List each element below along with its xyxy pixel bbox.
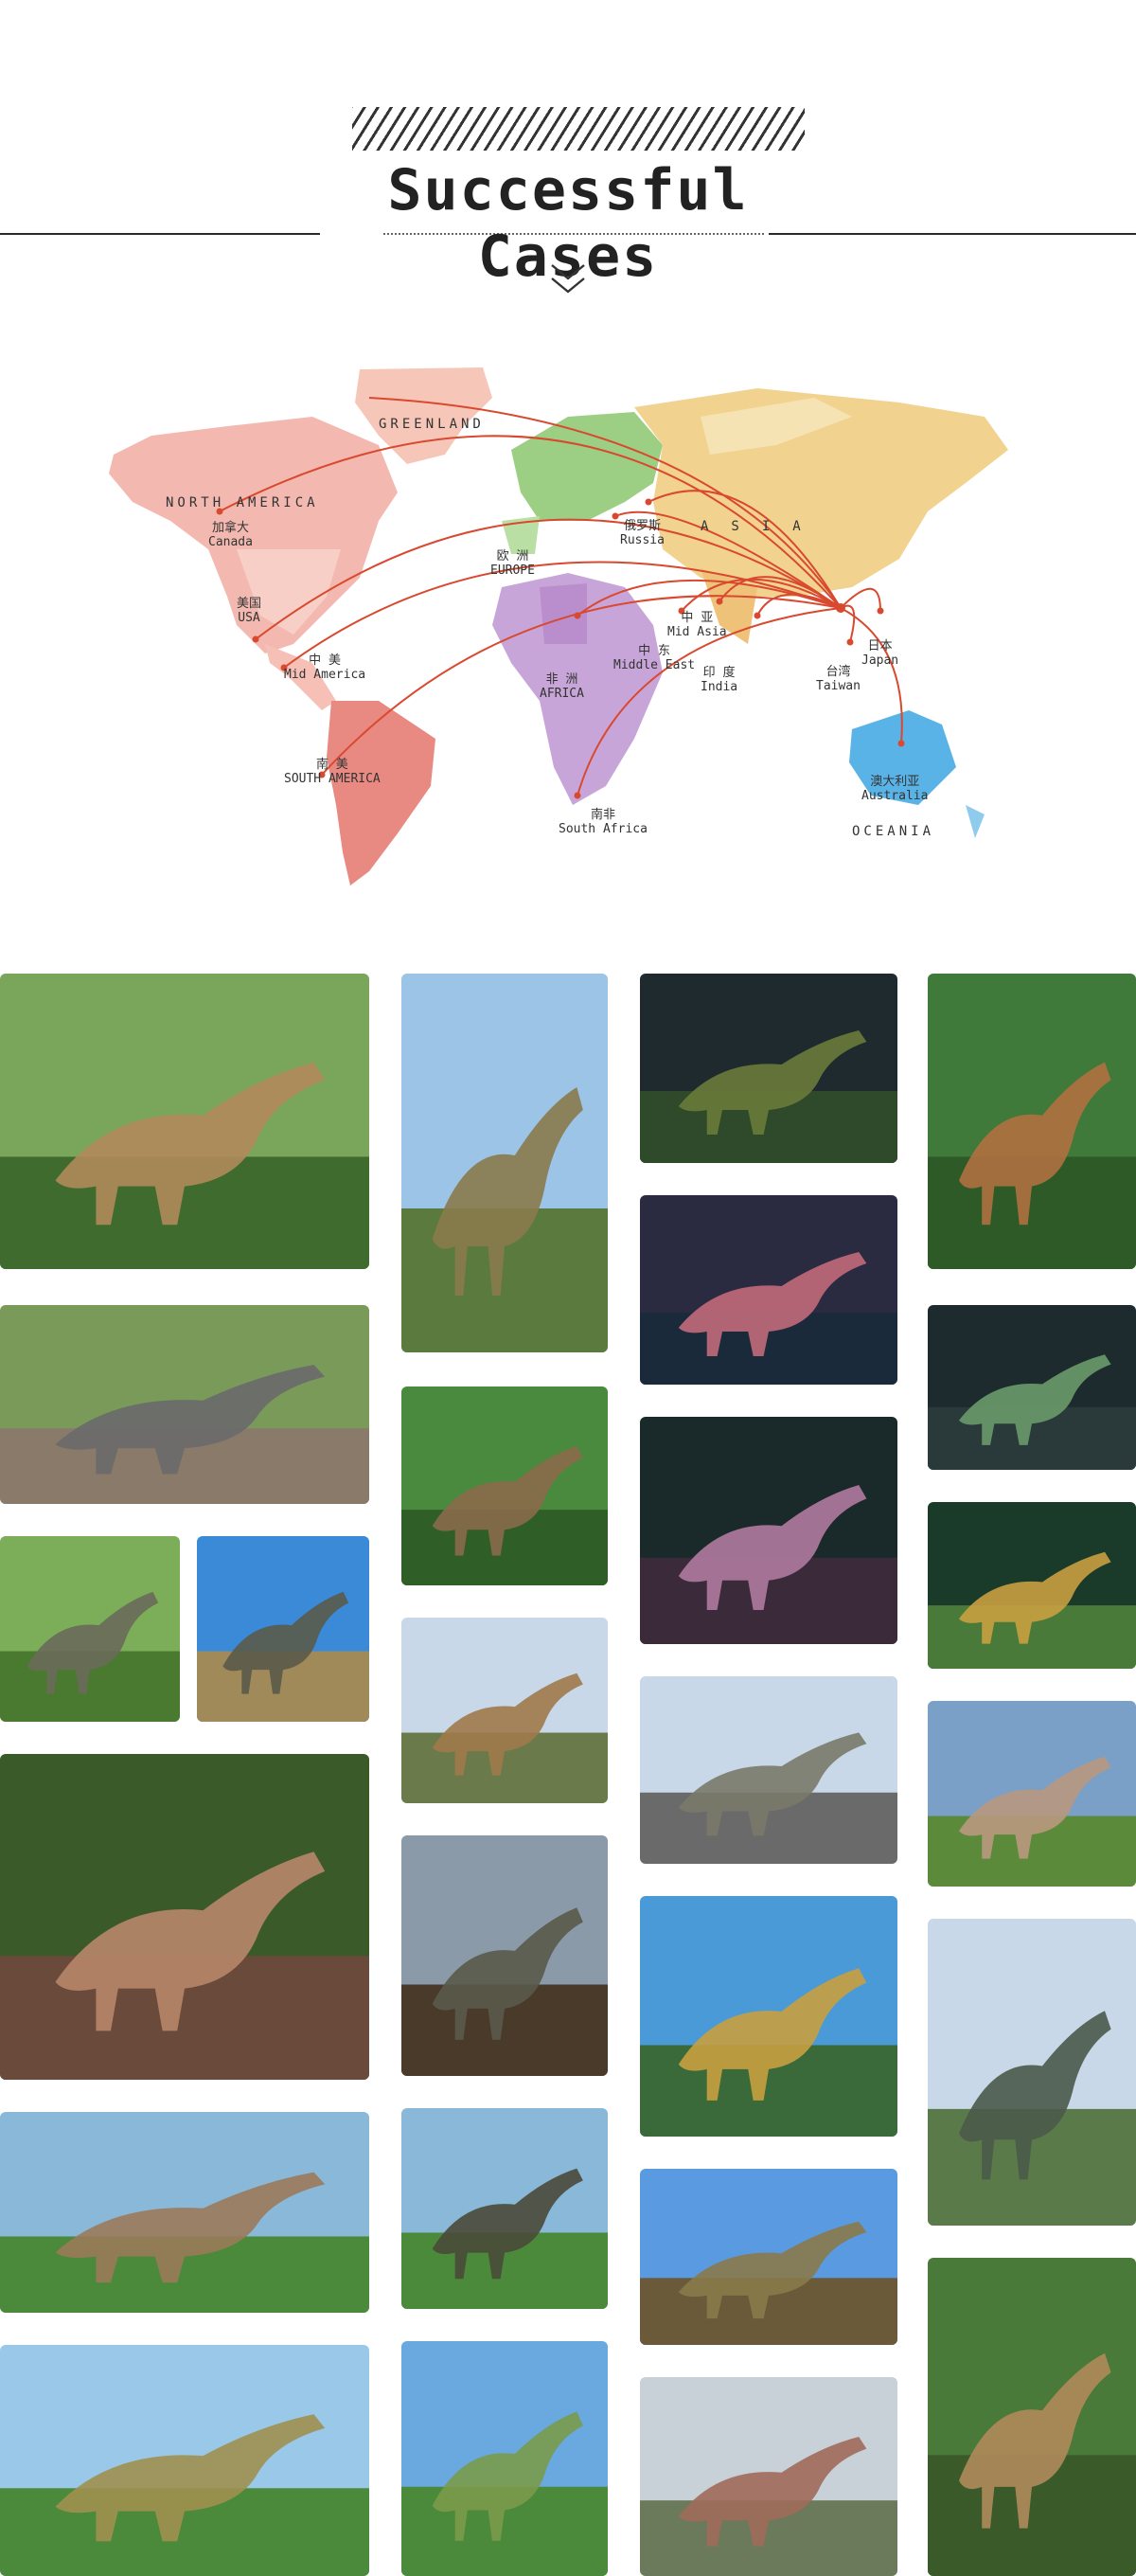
case-photo[interactable]	[0, 2345, 369, 2576]
case-photo[interactable]	[401, 2341, 608, 2576]
case-photo[interactable]	[928, 974, 1136, 1269]
case-photo[interactable]	[640, 2377, 897, 2576]
case-photo[interactable]	[640, 1896, 897, 2137]
case-photo[interactable]	[0, 1754, 369, 2080]
region-label: ASIA	[701, 519, 824, 534]
map-city-label: 欧 洲 EUROPE	[490, 549, 535, 578]
case-photo[interactable]	[0, 974, 369, 1269]
case-photo[interactable]	[928, 2258, 1136, 2576]
map-city-label: 加拿大 Canada	[208, 521, 253, 549]
map-city-label: 南非 South Africa	[559, 808, 648, 836]
map-city-label: 中 东 Middle East	[613, 644, 696, 672]
case-photo[interactable]	[401, 2108, 608, 2309]
map-city-label: 印 度 India	[701, 666, 738, 694]
map-city-label: 俄罗斯 Russia	[620, 519, 665, 547]
case-photo[interactable]	[401, 1835, 608, 2076]
case-photo[interactable]	[640, 974, 897, 1163]
case-photo[interactable]	[640, 1676, 897, 1864]
world-map: GREENLAND NORTH AMERICA ASIA OCEANIA 加拿大…	[95, 360, 1041, 890]
title-rule-left	[0, 233, 320, 235]
map-city-label: 台湾 Taiwan	[816, 665, 861, 693]
case-photo[interactable]	[0, 1305, 369, 1504]
map-city-label: 南 美 SOUTH AMERICA	[284, 758, 381, 786]
case-photo[interactable]	[0, 1536, 180, 1722]
map-city-label: 中 美 Mid America	[284, 653, 366, 682]
region-label: NORTH AMERICA	[166, 495, 319, 510]
case-photo[interactable]	[0, 2112, 369, 2313]
case-photo[interactable]	[640, 2169, 897, 2345]
case-photo[interactable]	[928, 1502, 1136, 1669]
case-photo[interactable]	[928, 1305, 1136, 1470]
case-photo[interactable]	[401, 974, 608, 1352]
map-city-label: 日本 Japan	[861, 639, 899, 668]
region-label: OCEANIA	[852, 824, 935, 839]
double-chevron-down-icon	[548, 259, 588, 299]
case-photo[interactable]	[640, 1417, 897, 1644]
region-label: GREENLAND	[379, 417, 485, 432]
case-photo[interactable]	[401, 1618, 608, 1803]
map-city-label: 澳大利亚 Australia	[861, 775, 929, 803]
case-photo[interactable]	[197, 1536, 369, 1722]
case-photo[interactable]	[401, 1386, 608, 1585]
case-photo[interactable]	[928, 1919, 1136, 2226]
map-city-label: 非 洲 AFRICA	[540, 672, 584, 701]
map-city-label: 美国 USA	[237, 597, 262, 625]
title-hatch-decoration	[352, 107, 805, 151]
map-city-label: 中 亚 Mid Asia	[667, 611, 727, 639]
case-photo[interactable]	[640, 1195, 897, 1385]
case-photo[interactable]	[928, 1701, 1136, 1887]
